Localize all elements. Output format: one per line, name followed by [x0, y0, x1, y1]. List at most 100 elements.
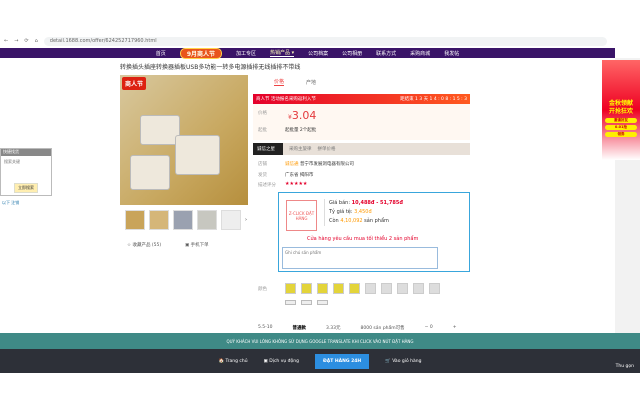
nav-processing[interactable]: 加工专区 — [236, 50, 256, 57]
moq-text: 起批量 2个起批 — [285, 128, 317, 133]
min-order-notice: Cửa hàng yêu cầu mua tối thiểu 2 sản phẩ… — [307, 236, 419, 242]
order-button[interactable]: ĐẶT HÀNG 24H — [314, 353, 370, 369]
home-link[interactable]: 🏠 Trang chủ — [219, 359, 248, 364]
exchange-rate: 3,450đ — [354, 209, 372, 215]
nav-posts[interactable]: 我发帖 — [444, 50, 459, 57]
promo-bar: 商人节 活动报名采购返利入节 距结束 1 3 天 1 4 : 0 8 : 1 5 … — [253, 94, 470, 104]
order-box: Z-CLICK ĐẶT HÀNG Giá bán: 10,488đ - 51,7… — [278, 192, 470, 272]
phone-order-link[interactable]: ▣ 手机下单 — [185, 242, 209, 248]
nav-album[interactable]: 公司相册 — [342, 50, 362, 57]
panel-title: 快捷找货 — [1, 149, 51, 156]
cart-link[interactable]: 🛒 Vào giỏ hàng — [385, 359, 421, 364]
color-swatch[interactable] — [301, 283, 312, 294]
rating-label: 描述评分 — [258, 183, 276, 188]
rating-stars: ★★★★★ — [285, 181, 308, 187]
thumbnail[interactable] — [173, 210, 193, 230]
nav-mall[interactable]: 采购商城 — [410, 50, 430, 57]
tab-price[interactable]: 价格 — [274, 78, 285, 86]
collect-link[interactable]: ☆ 收藏产品 (55) — [127, 242, 161, 248]
quick-search-panel: 快捷找货 搜索关键 立即搜索 — [0, 148, 52, 196]
bottom-order-bar: 🏠 Trang chủ ▣ Dịch vụ động ĐẶT HÀNG 24H … — [0, 349, 640, 373]
address-bar: ← → ⟳ ⌂ detail.1688.com/offer/624252717960.… — [0, 34, 615, 48]
color-swatch[interactable] — [285, 283, 296, 294]
trust-badge: 诚信通 — [285, 162, 299, 167]
moq-label: 起批 — [258, 128, 267, 133]
price-label: 价格 — [258, 111, 267, 116]
seller-bar: 诚信之星 采购主旋律 拼单价格 — [253, 143, 470, 155]
color-swatch[interactable] — [413, 283, 424, 294]
color-options — [285, 283, 440, 294]
seller-link[interactable]: 拼单价格 — [318, 146, 336, 152]
stock-pre: Còn — [329, 218, 341, 224]
color-swatch[interactable] — [333, 283, 344, 294]
nav-festival[interactable]: 9月商人节 — [179, 47, 222, 59]
url-input[interactable]: detail.1688.com/offer/624252717960.html — [43, 36, 607, 46]
product-note-input[interactable] — [282, 247, 438, 269]
price-box — [253, 104, 470, 140]
price: ¥3.04 — [288, 109, 317, 122]
variant-stock: 8000 sản phẩm可售 — [360, 326, 405, 331]
color-swatch[interactable] — [365, 283, 376, 294]
reload-icon[interactable]: ⟳ — [24, 38, 28, 44]
tab-origin[interactable]: 产地 — [306, 79, 316, 86]
zclick-logo: Z-CLICK ĐẶT HÀNG — [286, 200, 317, 231]
variant-name: 普通款 — [292, 326, 307, 331]
ad-headline2: 开抢狂欢 — [608, 108, 633, 115]
nav-home[interactable]: 首页 — [156, 50, 166, 57]
range: 5.5-10 — [258, 325, 273, 330]
seller-link[interactable]: 采购主旋律 — [289, 146, 312, 152]
logout-link[interactable]: 以下 注销 — [2, 200, 19, 206]
quantity-row: 5.5-10 普通款 3.33元 8000 sản phẩm可售 − 0 + — [258, 325, 468, 331]
place-label: 发货 — [258, 173, 267, 178]
back-icon[interactable]: ← — [4, 38, 8, 44]
color-swatch[interactable] — [429, 283, 440, 294]
next-arrow-icon[interactable]: › — [245, 217, 247, 223]
seller-tag: 诚信之星 — [253, 143, 283, 155]
option-chip[interactable] — [317, 300, 328, 305]
price-label: Giá bán: — [329, 200, 352, 206]
forward-icon[interactable]: → — [14, 38, 18, 44]
thumbnail[interactable] — [197, 210, 217, 230]
home-icon[interactable]: ⌂ — [35, 38, 38, 44]
vnd-price-range: 10,488đ - 51,785đ — [351, 200, 403, 206]
shop-nav: 首页 9月商人节 加工专区 热销产品 ▾ 公司档案 公司相册 联系方式 采购商城… — [0, 47, 615, 59]
shop-name[interactable]: 普宁市发展洞电器有限公司 — [300, 162, 354, 167]
variant-price: 3.33元 — [326, 326, 341, 331]
color-swatch[interactable] — [317, 283, 328, 294]
thumbnail[interactable] — [221, 210, 241, 230]
thumbnail[interactable] — [125, 210, 145, 230]
price-tabs: 价格 产地 — [258, 77, 470, 87]
shop-label: 店铺 — [258, 162, 267, 167]
nav-profile[interactable]: 公司档案 — [308, 50, 328, 57]
product-title: 转换插头插座转换器插板USB多功能一转多电源插排无线插排不带线 — [120, 64, 301, 71]
promo-text: 商人节 活动报名采购返利入节 — [256, 97, 316, 102]
festival-badge: 商人节 — [122, 77, 147, 90]
promo-ad[interactable]: 金秋领献 开抢狂欢 邀请好友 0.01抢 领券 — [602, 60, 640, 160]
ad-button[interactable]: 邀请好友 — [605, 118, 637, 123]
rate-label: Tỷ giá tệ: — [329, 209, 355, 215]
stock-post: sản phẩm — [362, 218, 389, 224]
translate-warning-banner: QUÝ KHÁCH VUI LÒNG KHÔNG SỬ DỤNG GOOGLE … — [0, 333, 640, 349]
collapse-button[interactable]: Thu gọn — [616, 364, 634, 369]
color-swatch[interactable] — [381, 283, 392, 294]
service-link[interactable]: ▣ Dịch vụ động — [264, 359, 299, 364]
product-main-image[interactable]: 商人节 — [120, 75, 248, 205]
sub-options — [285, 300, 328, 305]
color-swatch[interactable] — [349, 283, 360, 294]
option-chip[interactable] — [301, 300, 312, 305]
search-button[interactable]: 立即搜索 — [14, 183, 38, 193]
ad-button[interactable]: 0.01抢 — [605, 125, 637, 130]
nav-contact[interactable]: 联系方式 — [376, 50, 396, 57]
thumbnail[interactable] — [149, 210, 169, 230]
ad-headline: 金秋领献 — [608, 100, 633, 107]
color-label: 颜色 — [258, 287, 267, 292]
qty-decrement[interactable]: − 0 — [425, 325, 433, 331]
search-field[interactable]: 搜索关键 — [1, 156, 51, 168]
countdown: 距结束 1 3 天 1 4 : 0 8 : 1 5 : 3 — [400, 97, 467, 102]
thumbnail-strip: › — [125, 210, 247, 230]
color-swatch[interactable] — [397, 283, 408, 294]
ad-button[interactable]: 领券 — [605, 132, 637, 137]
qty-increment[interactable]: + — [453, 325, 457, 331]
option-chip[interactable] — [285, 300, 296, 305]
nav-products[interactable]: 热销产品 ▾ — [270, 49, 295, 57]
